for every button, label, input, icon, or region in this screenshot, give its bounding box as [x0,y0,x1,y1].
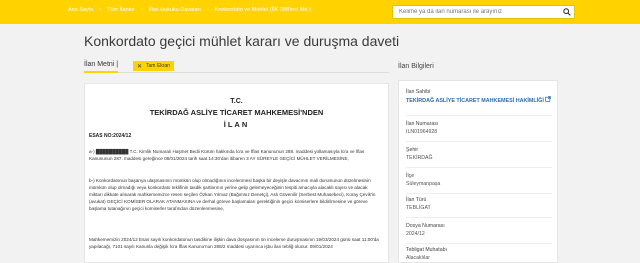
info-label: İlan Sahibi [406,89,431,95]
fullscreen-button[interactable]: ✕ Tam Ekran [133,61,174,71]
tab-ilan-metni[interactable]: İlan Metni | [84,61,119,73]
tab-bar: İlan Metni | ✕ Tam Ekran [84,59,389,73]
notice-heading: İLAN [223,120,250,129]
breadcrumb-all-ads[interactable]: Tüm İlanlar [107,7,135,13]
info-value: 2024/12 [406,231,425,237]
info-row-city: Şehir TEKİRDAĞ [406,147,552,168]
notice-card: T.C. TEKİRDAĞ ASLİYE TİCARET MAHKEMESİ'N… [84,83,389,263]
page-title: Konkordato geçici mühlet kararı ve duruş… [84,33,400,49]
search-icon[interactable] [560,6,574,18]
case-number: ESAS NO:2024/12 [89,133,132,139]
info-label: İlan Türü [406,197,427,203]
breadcrumb-concordat[interactable]: Konkordato ve Mühlet (İİK 288'inci Md.) [215,7,311,13]
fullscreen-label: Tam Ekran [146,63,170,69]
info-value: Süleymanpaşa [406,181,441,187]
owner-link[interactable]: TEKİRDAĞ ASLİYE TİCARET MAHKEMESİ HAKİML… [406,96,552,105]
notice-paragraph: a-) ██████████ T.C. Kimlik Numaralı Haşm… [89,149,365,161]
top-bar: Ana Sayfa › Tüm İlanlar › İflas Hukuku D… [0,0,640,24]
owner-value: TEKİRDAĞ ASLİYE TİCARET MAHKEMESİ HAKİML… [406,98,544,104]
sidebar-title: İlan Bilgileri [398,63,434,70]
notice-tc: T.C. [230,98,243,105]
info-value: ILN01964928 [406,129,438,135]
info-label: Dosya Numarası [406,223,445,229]
info-row-file-number: Dosya Numarası 2024/12 [406,223,552,244]
breadcrumb-separator: › [140,7,143,13]
external-link-icon [545,96,552,104]
info-value: TEKİRDAĞ [406,155,433,161]
info-row-ad-number: İlan Numarası ILN01964928 [406,121,552,142]
notice-panel: İlan Metni | ✕ Tam Ekran T.C. TEKİRDAĞ A… [84,55,389,263]
notice-court: TEKİRDAĞ ASLİYE TİCARET MAHKEMESİ'NDEN [149,108,324,117]
search-box [392,5,575,19]
breadcrumb-home[interactable]: Ana Sayfa [68,7,93,13]
breadcrumb: Ana Sayfa › Tüm İlanlar › İflas Hukuku D… [68,7,311,13]
info-row-ad-type: İlan Türü TEBLİGAT [406,197,552,218]
breadcrumb-separator: › [206,7,209,13]
search-input[interactable] [393,6,560,18]
info-label: İlçe [406,173,415,179]
info-value: Alacaklılar [406,255,430,261]
info-card: İlan Sahibi TEKİRDAĞ ASLİYE TİCARET MAHK… [398,80,558,263]
info-sidebar: İlan Bilgileri İlan Sahibi TEKİRDAĞ ASLİ… [398,55,558,263]
info-value: TEBLİGAT [406,205,431,211]
info-label: İlan Numarası [406,121,439,127]
breadcrumb-bankruptcy[interactable]: İflas Hukuku Davaları [149,7,201,13]
info-row-owner: İlan Sahibi TEKİRDAĞ ASLİYE TİCARET MAHK… [406,89,552,116]
info-label: Tebligat Muhatabı [406,247,447,253]
info-row-district: İlçe Süleymanpaşa [406,173,552,194]
breadcrumb-separator: › [99,7,102,13]
info-row-recipient: Tebligat Muhatabı Alacaklılar [406,247,552,262]
close-icon: ✕ [137,63,143,70]
notice-paragraph: b-) Konkordatonun başarıya ulaşmasının m… [89,178,376,211]
notice-paragraph: Mahkememizin 2024/12 Esas sayılı konkord… [89,237,379,249]
info-label: Şehir [406,147,419,153]
